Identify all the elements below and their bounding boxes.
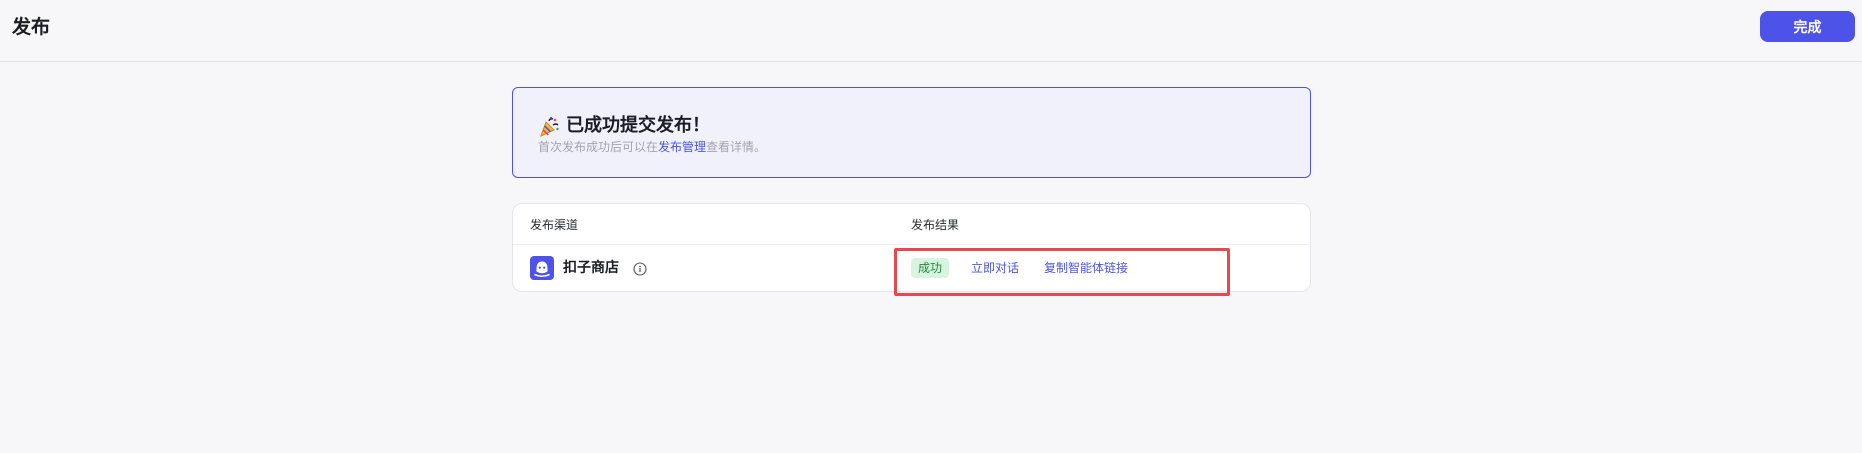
copy-agent-link[interactable]: 复制智能体链接 — [1044, 260, 1128, 276]
table-row: 扣子商店 成功 立即对话 复制智能体链接 — [513, 245, 1310, 291]
coze-store-icon — [530, 256, 554, 280]
chat-now-link[interactable]: 立即对话 — [971, 260, 1019, 276]
done-button[interactable]: 完成 — [1760, 11, 1855, 42]
banner-title: 已成功提交发布！ — [566, 115, 710, 136]
table-header: 发布渠道 发布结果 — [513, 204, 1310, 245]
party-popper-icon — [538, 116, 560, 138]
top-bar: 发布 完成 — [0, 0, 1862, 62]
publish-result-table: 发布渠道 发布结果 扣子商店 成功 立即对话 复制智能体链接 — [512, 203, 1311, 292]
publish-management-link[interactable]: 发布管理 — [658, 140, 706, 154]
column-header-channel: 发布渠道 — [530, 218, 579, 232]
banner-description: 首次发布成功后可以在发布管理查看详情。 — [538, 139, 766, 155]
banner-desc-before: 首次发布成功后可以在 — [538, 140, 659, 154]
page-title: 发布 — [12, 16, 51, 38]
success-banner: 已成功提交发布！ 首次发布成功后可以在发布管理查看详情。 — [512, 87, 1311, 178]
banner-desc-after: 查看详情。 — [706, 140, 767, 154]
channel-name: 扣子商店 — [563, 260, 619, 276]
status-badge: 成功 — [911, 258, 950, 278]
column-header-result: 发布结果 — [911, 218, 960, 232]
info-icon[interactable] — [633, 261, 647, 276]
